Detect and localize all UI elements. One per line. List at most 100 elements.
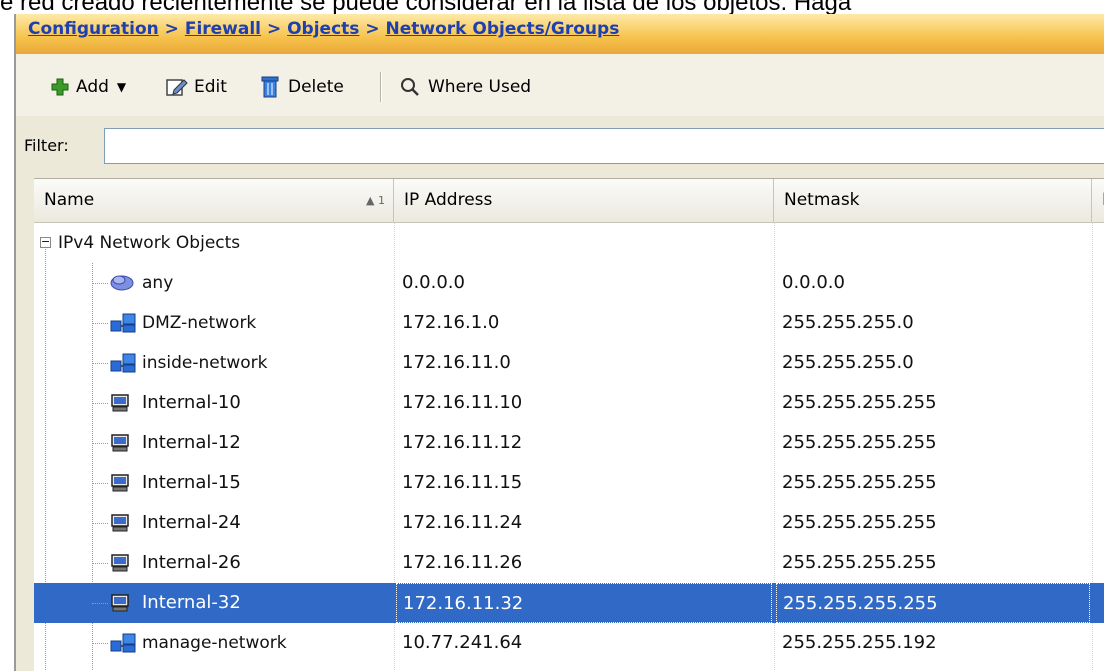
column-header-name-label: Name	[44, 190, 95, 210]
cell-netmask: 0.0.0.0	[782, 272, 845, 293]
toolbar: Add ▼ Edit Delete Where Used	[16, 54, 1104, 116]
host-icon	[110, 513, 130, 537]
cell-ip-address: 172.16.11.0	[402, 352, 511, 373]
host-icon	[110, 473, 130, 497]
table-row[interactable]: manage-network 10.77.241.64 255.255.255.19…	[34, 623, 1104, 663]
column-header-name[interactable]: Name ▲ 1	[34, 179, 394, 222]
cell-netmask: 255.255.255.255	[782, 432, 937, 453]
trash-icon	[261, 76, 279, 98]
cell-netmask: 255.255.255.0	[782, 352, 914, 373]
column-header-ip-address[interactable]: IP Address	[394, 179, 774, 222]
tree-connector	[92, 483, 108, 484]
add-button[interactable]: Add ▼	[50, 74, 126, 100]
table-row[interactable]: Internal-15 172.16.11.15 255.255.255.255	[34, 463, 1104, 503]
cell-netmask: 255.255.255.255	[782, 472, 937, 493]
network-icon	[110, 313, 136, 337]
tree-connector	[92, 603, 108, 604]
host-icon	[110, 433, 130, 457]
cell-name: DMZ-network	[142, 313, 257, 333]
where-used-label: Where Used	[428, 77, 532, 97]
tree-connector	[92, 563, 108, 564]
cell-ip-address: 172.16.11.15	[402, 472, 523, 493]
tree-connector	[92, 403, 108, 404]
breadcrumb-configuration[interactable]: Configuration	[28, 19, 159, 39]
tree-connector	[92, 643, 108, 644]
tree-connector	[92, 523, 108, 524]
table-row[interactable]: any 0.0.0.0 0.0.0.0	[34, 263, 1104, 303]
tree-connector	[92, 283, 108, 284]
where-used-button[interactable]: Where Used	[400, 74, 531, 100]
table-row[interactable]: DMZ-network 172.16.1.0 255.255.255.0	[34, 303, 1104, 343]
breadcrumb-firewall[interactable]: Firewall	[185, 19, 261, 39]
group-row-ipv4[interactable]: − IPv4 Network Objects	[34, 223, 1104, 263]
cell-netmask: 255.255.255.255	[782, 552, 937, 573]
column-header-description[interactable]: D	[1092, 179, 1104, 222]
breadcrumb-separator: >	[266, 19, 282, 39]
page-caption-text: e red creado recientemente se puede cons…	[0, 0, 852, 15]
cell-netmask: 255.255.255.255	[776, 583, 1090, 623]
edit-icon	[166, 79, 188, 96]
cell-ip-address: 172.16.1.0	[402, 312, 500, 333]
cell-name: Internal-32	[142, 592, 241, 613]
cell-ip-address: 172.16.11.12	[402, 432, 523, 453]
cell-ip-address: 172.16.11.32	[396, 583, 772, 623]
cell-name: Internal-12	[142, 432, 241, 453]
collapse-toggle[interactable]: −	[40, 236, 51, 248]
asdm-panel: Configuration > Firewall > Objects > Net…	[14, 14, 1104, 671]
network-objects-table: Name ▲ 1 IP Address Netmask D − IPv4 Net…	[34, 178, 1104, 671]
edit-button[interactable]: Edit	[166, 74, 227, 100]
host-icon	[110, 593, 130, 617]
sort-ascending-icon: ▲ 1	[366, 194, 385, 207]
group-label: IPv4 Network Objects	[58, 233, 241, 253]
column-header-netmask[interactable]: Netmask	[774, 179, 1092, 222]
search-icon	[401, 78, 419, 96]
cell-name: inside-network	[142, 353, 268, 373]
chevron-down-icon[interactable]: ▼	[117, 80, 126, 94]
toolbar-divider	[380, 72, 382, 102]
tree-connector	[92, 323, 108, 324]
breadcrumb-separator: >	[164, 19, 179, 39]
table-row[interactable]: Internal-10 172.16.11.10 255.255.255.255	[34, 383, 1104, 423]
table-row[interactable]: Internal-24 172.16.11.24 255.255.255.255	[34, 503, 1104, 543]
breadcrumb-objects[interactable]: Objects	[287, 19, 359, 39]
cell-netmask: 255.255.255.192	[782, 632, 937, 653]
cell-ip-address: 172.16.11.24	[402, 512, 523, 533]
network-icon	[110, 633, 136, 657]
cell-name: Internal-26	[142, 552, 241, 573]
table-row[interactable]: Internal-32 172.16.11.32 255.255.255.255	[34, 583, 1104, 623]
breadcrumb-network-objects-groups[interactable]: Network Objects/Groups	[386, 19, 620, 39]
add-label: Add	[76, 77, 109, 97]
table-row[interactable]: Internal-12 172.16.11.12 255.255.255.255	[34, 423, 1104, 463]
cell-name: any	[142, 273, 174, 293]
breadcrumb-bar: Configuration > Firewall > Objects > Net…	[16, 14, 1104, 54]
table-row[interactable]: inside-network 172.16.11.0 255.255.255.0	[34, 343, 1104, 383]
cell-ip-address: 10.77.241.64	[402, 632, 523, 653]
cell-name: Internal-15	[142, 472, 241, 493]
breadcrumb-separator: >	[365, 19, 380, 39]
filter-row: Filter:	[16, 116, 1104, 178]
cell-name: Internal-10	[142, 392, 241, 413]
table-header: Name ▲ 1 IP Address Netmask D	[34, 179, 1104, 223]
cell-ip-address: 172.16.11.26	[402, 552, 523, 573]
host-icon	[110, 553, 130, 577]
filter-input[interactable]	[104, 128, 1104, 164]
cell-name: Internal-24	[142, 512, 241, 533]
delete-label: Delete	[288, 77, 344, 97]
breadcrumb: Configuration > Firewall > Objects > Net…	[28, 19, 619, 39]
delete-button[interactable]: Delete	[260, 74, 344, 100]
cell-name: manage-network	[142, 633, 287, 653]
cloud-icon	[110, 273, 134, 295]
edit-label: Edit	[194, 77, 227, 97]
cell-netmask: 255.255.255.255	[782, 512, 937, 533]
add-icon	[51, 78, 69, 96]
tree-connector	[92, 443, 108, 444]
tree-connector	[92, 363, 108, 364]
cell-netmask: 255.255.255.255	[782, 392, 937, 413]
network-icon	[110, 353, 136, 377]
host-icon	[110, 393, 130, 417]
cell-netmask: 255.255.255.0	[782, 312, 914, 333]
table-row[interactable]: Internal-26 172.16.11.26 255.255.255.255	[34, 543, 1104, 583]
cell-ip-address: 172.16.11.10	[402, 392, 523, 413]
filter-label: Filter:	[24, 136, 69, 155]
cell-ip-address: 0.0.0.0	[402, 272, 465, 293]
